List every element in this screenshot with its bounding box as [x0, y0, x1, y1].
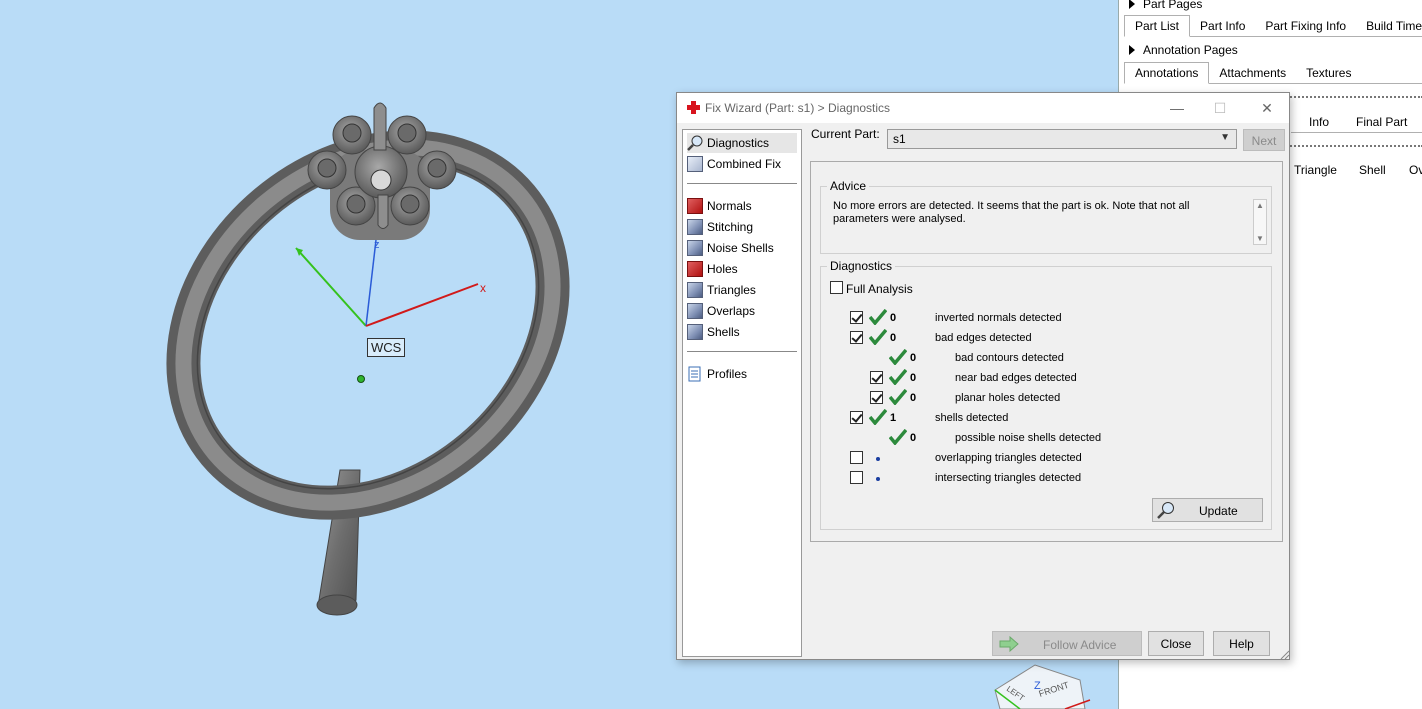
magnifier-icon — [1157, 502, 1174, 519]
shells-icon — [687, 324, 703, 340]
combined-fix-icon — [687, 156, 703, 172]
x-axis-label: x — [480, 281, 486, 295]
minimize-button[interactable]: — — [1162, 97, 1192, 119]
current-part-select[interactable]: s1 ▼ — [887, 129, 1237, 149]
full-analysis-label: Full Analysis — [846, 282, 913, 296]
nav-triangles[interactable]: Triangles — [687, 280, 762, 300]
follow-advice-button[interactable]: Follow Advice — [992, 631, 1142, 656]
green-check-icon — [869, 409, 887, 425]
nav-holes[interactable]: Holes — [687, 259, 744, 279]
normals-icon — [687, 198, 703, 214]
green-check-icon — [869, 329, 887, 345]
advice-title: Advice — [827, 179, 870, 193]
tab-part-fixing-info[interactable]: Part Fixing Info — [1255, 16, 1356, 36]
green-check-icon — [889, 389, 907, 405]
tab-attachments[interactable]: Attachments — [1209, 63, 1296, 83]
z-axis — [365, 239, 377, 327]
annotation-tabs: Annotations Attachments Textures — [1124, 62, 1422, 84]
nav-shells[interactable]: Shells — [687, 322, 746, 342]
maximize-button[interactable]: ☐ — [1205, 97, 1235, 119]
z-axis-label: z — [374, 239, 380, 251]
help-button[interactable]: Help — [1213, 631, 1270, 656]
green-check-icon — [869, 309, 887, 325]
overlaps-icon — [687, 303, 703, 319]
blue-dot-icon — [876, 477, 880, 481]
bad-edges-checkbox[interactable] — [850, 331, 863, 344]
x-axis — [365, 283, 479, 327]
nav-profiles[interactable]: Profiles — [687, 364, 753, 384]
green-check-icon — [889, 349, 907, 365]
full-analysis-checkbox[interactable] — [830, 281, 843, 294]
diagnostics-group: Diagnostics Full Analysis 0 inverted nor… — [820, 259, 1272, 530]
intersecting-checkbox[interactable] — [850, 471, 863, 484]
holes-icon — [687, 261, 703, 277]
view-cube: LEFT FRONT Z — [994, 664, 1091, 709]
chevron-down-icon: ▼ — [1220, 132, 1230, 143]
part-tabs: Part List Part Info Part Fixing Info Bui… — [1124, 15, 1422, 37]
annotation-pages-header[interactable]: Annotation Pages — [1129, 43, 1238, 57]
column-overlaps[interactable]: Ov — [1409, 163, 1422, 177]
near-bad-edges-checkbox[interactable] — [870, 371, 883, 384]
inverted-normals-checkbox[interactable] — [850, 311, 863, 324]
y-axis — [295, 247, 367, 327]
tab-part-list[interactable]: Part List — [1124, 15, 1191, 37]
origin-marker — [357, 375, 365, 383]
planar-holes-checkbox[interactable] — [870, 391, 883, 404]
dialog-titlebar[interactable]: Fix Wizard (Part: s1) > Diagnostics — ☐ … — [677, 93, 1289, 123]
fix-wizard-dialog: Fix Wizard (Part: s1) > Diagnostics — ☐ … — [676, 92, 1290, 660]
nav-stitching[interactable]: Stitching — [687, 217, 759, 237]
update-button[interactable]: Update — [1152, 498, 1263, 522]
tab-part-info[interactable]: Part Info — [1190, 16, 1255, 36]
green-check-icon — [889, 369, 907, 385]
close-window-button[interactable]: ✕ — [1252, 97, 1282, 119]
expand-triangle-icon — [1129, 45, 1135, 55]
advice-group: Advice No more errors are detected. It s… — [820, 179, 1272, 254]
part-pages-header[interactable]: Part Pages — [1129, 0, 1202, 11]
stitching-icon — [687, 219, 703, 235]
column-triangle[interactable]: Triangle — [1294, 163, 1337, 177]
tab-build-time[interactable]: Build Time — [1356, 16, 1422, 36]
column-shell[interactable]: Shell — [1359, 163, 1386, 177]
overlapping-checkbox[interactable] — [850, 451, 863, 464]
next-button[interactable]: Next — [1243, 129, 1285, 151]
svg-text:Z: Z — [1034, 680, 1041, 692]
triangles-icon — [687, 282, 703, 298]
nav-combined-fix[interactable]: Combined Fix — [687, 154, 787, 174]
advice-text: No more errors are detected. It seems th… — [833, 200, 1190, 225]
expand-triangle-icon — [1129, 0, 1135, 9]
wizard-nav: Diagnostics Combined Fix Normals Stitchi… — [682, 129, 802, 657]
tab-info[interactable]: Info — [1309, 115, 1329, 129]
nav-diagnostics[interactable]: Diagnostics — [687, 133, 797, 153]
diagnostics-panel: Advice No more errors are detected. It s… — [810, 161, 1283, 542]
nav-overlaps[interactable]: Overlaps — [687, 301, 761, 321]
dialog-title: Fix Wizard (Part: s1) > Diagnostics — [705, 101, 891, 115]
diagnostics-title: Diagnostics — [827, 259, 896, 273]
close-button[interactable]: Close — [1148, 631, 1204, 656]
magnifier-icon — [687, 135, 703, 151]
wcs-label: WCS — [367, 338, 406, 357]
red-cross-icon — [687, 101, 700, 114]
blue-dot-icon — [876, 457, 880, 461]
flower-setting — [307, 102, 457, 240]
resize-grip-icon[interactable] — [1278, 648, 1290, 660]
green-check-icon — [889, 429, 907, 445]
document-icon — [687, 366, 703, 382]
nav-normals[interactable]: Normals — [687, 196, 758, 216]
nav-noise-shells[interactable]: Noise Shells — [687, 238, 780, 258]
tab-textures[interactable]: Textures — [1296, 63, 1361, 83]
current-part-label: Current Part: — [811, 127, 880, 141]
tab-annotations[interactable]: Annotations — [1124, 62, 1210, 84]
shells-checkbox[interactable] — [850, 411, 863, 424]
noise-shells-icon — [687, 240, 703, 256]
arrow-right-icon — [999, 636, 1019, 652]
advice-scrollbar[interactable]: ▲ ▼ — [1253, 199, 1267, 245]
tab-final-part[interactable]: Final Part — [1356, 115, 1407, 129]
